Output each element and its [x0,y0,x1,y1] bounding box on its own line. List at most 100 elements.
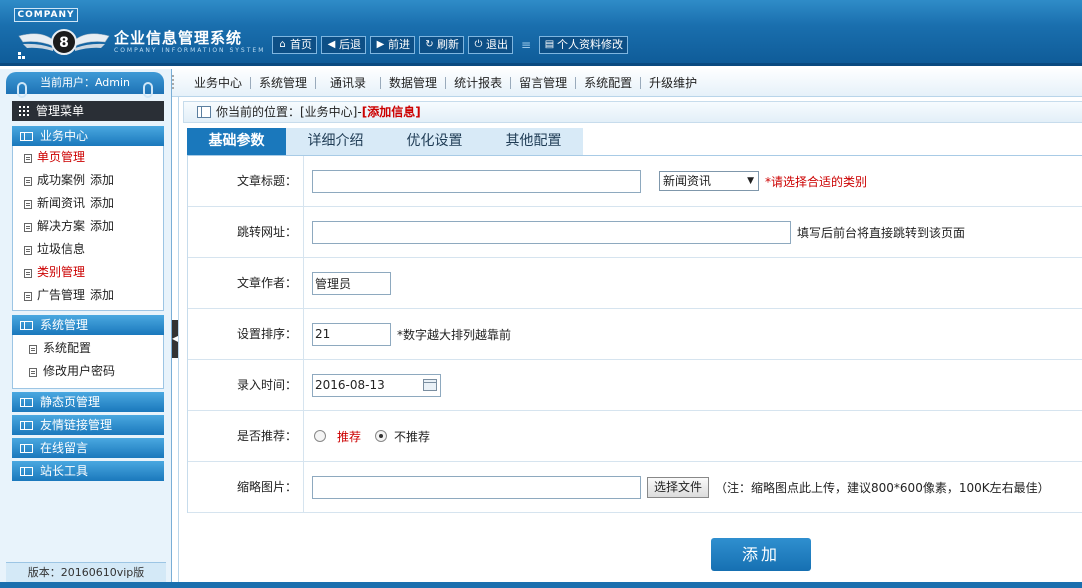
window-icon [197,106,211,118]
binder-ring-icon [143,82,153,98]
sidebar-group-messages[interactable]: 在线留言 [12,438,164,458]
thumbnail-path-input[interactable] [312,475,641,499]
form-row-recommend: 是否推荐： 推荐 不推荐 [188,411,1082,462]
sidebar-group-static-pages[interactable]: 静态页管理 [12,392,164,412]
menu-title: 管理菜单 [12,101,164,121]
document-icon [29,345,37,354]
recommend-label: 是否推荐： [188,411,304,461]
document-icon [24,154,32,163]
header: COMPANY 8 企业信息管理系统 COMPANY INFORMATION S… [0,0,1082,66]
panel-icon [20,321,33,330]
choose-file-button[interactable]: 选择文件 [647,476,710,498]
document-icon [24,269,32,278]
recommend-no-label: 不推荐 [394,429,431,444]
subnav-data[interactable]: 数据管理 [381,76,447,89]
current-user: 当前用户：Admin [6,72,164,94]
sidebar-group-links[interactable]: 友情链接管理 [12,415,164,435]
order-input[interactable] [312,322,391,346]
company-tag: COMPANY [14,8,78,22]
subnav-system[interactable]: 系统管理 [251,76,317,89]
binder-ring-icon [17,82,27,98]
sidebar-item-cases[interactable]: 成功案例 添加 [13,169,163,192]
date-field-wrap [312,360,441,410]
sidebar-group-business-items: 单页管理 成功案例 添加 新闻资讯 添加 解决方案 添加 垃圾信息 类别管理 广告管理… [12,146,164,311]
sidebar-group-business[interactable]: 业务中心 [12,126,164,146]
recommend-yes-radio[interactable] [314,430,326,442]
decor-squares-icon [18,52,25,59]
category-select[interactable]: 新闻资讯 ▼ [659,171,759,191]
tab-other[interactable]: 其他配置 [484,128,583,155]
main-panel: 你当前的位置：[业务中心]-[添加信息] 基础参数 详细介绍 优化设置 其他配置… [178,97,1082,582]
subnav-business[interactable]: 业务中心 [186,76,252,89]
breadcrumb: 你当前的位置：[业务中心]-[添加信息] [183,101,1082,123]
sidebar-group-system[interactable]: 系统管理 [12,315,164,335]
form-row-redirect: 跳转网址： 填写后前台将直接跳转到该页面 [188,207,1082,258]
order-field-wrap: *数字越大排列越靠前 [312,309,511,359]
document-icon [29,368,37,377]
sidebar-item-system-config[interactable]: 系统配置 [13,337,163,360]
redirect-url-input[interactable] [312,220,791,244]
add-link[interactable]: 添加 [90,219,114,233]
bottom-border [0,582,1082,588]
back-arrow-icon: ◀ [327,39,336,50]
add-link[interactable]: 添加 [90,196,114,210]
form-row-order: 设置排序： *数字越大排列越靠前 [188,309,1082,360]
forward-button[interactable]: ▶ 前进 [370,36,415,54]
subnav-messages[interactable]: 留言管理 [511,76,577,89]
date-input[interactable] [312,373,441,397]
forward-arrow-icon: ▶ [376,39,385,50]
recommend-no-radio[interactable] [375,430,388,442]
sidebar-group-webmaster-tools[interactable]: 站长工具 [12,461,164,481]
subnav-config[interactable]: 系统配置 [576,76,642,89]
sidebar-item-ads[interactable]: 广告管理 添加 [13,284,163,307]
sidebar-item-single-page[interactable]: 单页管理 [13,146,163,169]
panel-icon [20,467,33,476]
tab-details[interactable]: 详细介绍 [286,128,385,155]
form-row-date: 录入时间： [188,360,1082,411]
author-input[interactable] [312,271,391,295]
form-row-thumbnail: 缩略图片： 选择文件 （注：缩略图点此上传，建议800*600像素，100K左右… [188,462,1082,513]
refresh-button[interactable]: ↻ 刷新 [419,36,464,54]
subnav-upgrade[interactable]: 升级维护 [641,77,705,89]
sidebar-item-change-password[interactable]: 修改用户密码 [13,360,163,383]
logout-button[interactable]: ⏻ 退出 [468,36,513,54]
thumbnail-hint: （注：缩略图点此上传，建议800*600像素，100K左右最佳） [715,480,1050,495]
panel-icon [20,421,33,430]
add-link[interactable]: 添加 [90,288,114,302]
app-subtitle: COMPANY INFORMATION SYSTEM [114,47,266,54]
subnav-reports[interactable]: 统计报表 [446,76,512,89]
sidebar-item-news[interactable]: 新闻资讯 添加 [13,192,163,215]
article-form: 文章标题： 新闻资讯 ▼ *请选择合适的类别 跳转网址： 填写后前台将直接跳转到… [187,156,1082,513]
separator-icon: ≡ [521,38,532,52]
category-hint: *请选择合适的类别 [765,174,868,189]
author-field-wrap [312,258,391,308]
tab-seo[interactable]: 优化设置 [385,128,484,155]
refresh-icon: ↻ [425,39,434,50]
add-submit-button[interactable]: 添加 [711,538,811,571]
add-link[interactable]: 添加 [90,173,114,187]
back-button[interactable]: ◀ 后退 [321,36,366,54]
subnav-contacts[interactable]: 通讯录 [316,76,382,89]
sidebar-item-trash[interactable]: 垃圾信息 [13,238,163,261]
dropdown-arrow-icon: ▼ [747,176,754,186]
title-input[interactable] [312,169,641,193]
sidebar-item-categories[interactable]: 类别管理 [13,261,163,284]
breadcrumb-current: [添加信息] [361,105,421,119]
grip-icon [172,75,180,89]
breadcrumb-prefix: 你当前的位置：[业务中心]- [216,105,362,119]
svg-text:8: 8 [59,35,69,51]
tab-basic[interactable]: 基础参数 [187,128,286,155]
title-label: 文章标题： [188,156,304,206]
title-field-wrap: 新闻资讯 ▼ *请选择合适的类别 [312,156,867,206]
document-icon [24,223,32,232]
sidebar-item-solutions[interactable]: 解决方案 添加 [13,215,163,238]
home-button[interactable]: ⌂ 首页 [272,36,317,54]
panel-icon [20,444,33,453]
thumbnail-field-wrap: 选择文件 （注：缩略图点此上传，建议800*600像素，100K左右最佳） [312,462,1050,512]
order-hint: *数字越大排列越靠前 [397,327,512,342]
calendar-icon[interactable] [423,378,437,391]
profile-edit-button[interactable]: ▤ 个人资料修改 [539,36,628,54]
date-picker [312,373,441,397]
recommend-field-wrap: 推荐 不推荐 [314,411,444,461]
redirect-field-wrap: 填写后前台将直接跳转到该页面 [312,207,965,257]
